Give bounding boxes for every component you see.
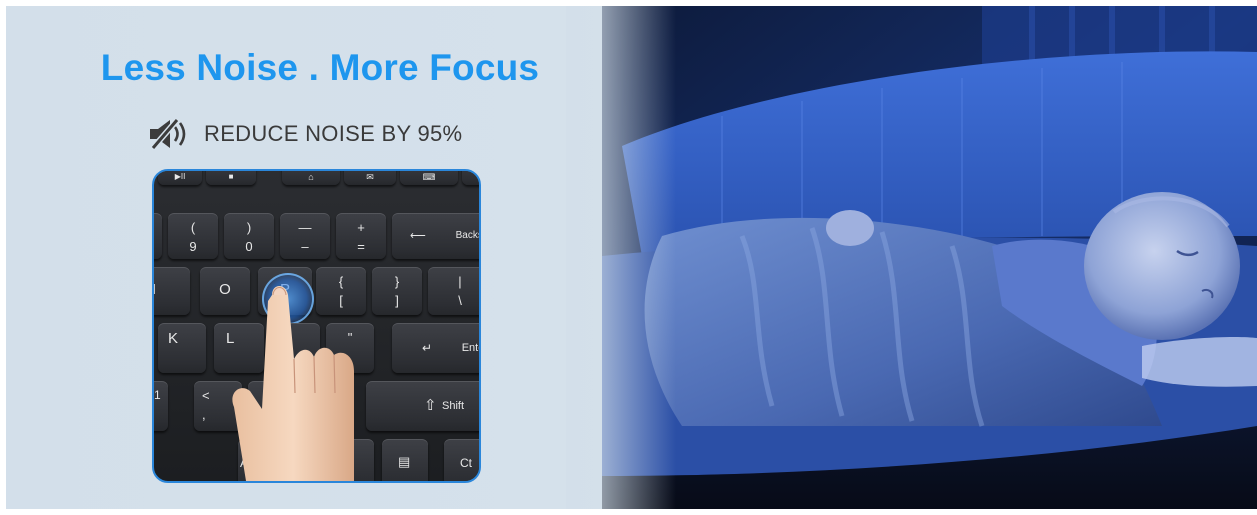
pressing-hand bbox=[232, 286, 354, 481]
noise-reduction-claim: REDUCE NOISE BY 95% bbox=[148, 114, 462, 154]
noise-reduction-banner: Less Noise . More Focus REDUCE NOISE BY … bbox=[6, 6, 1257, 509]
speaker-mute-icon bbox=[149, 117, 186, 151]
photo-edge-fade bbox=[566, 6, 676, 509]
keyboard-photo: ▶II ■ ⌂ ✉ ⌨ (9 )0 —– += Backspa⟵ I O P {… bbox=[152, 169, 481, 483]
headline: Less Noise . More Focus bbox=[100, 47, 540, 88]
sleeping-baby-photo bbox=[602, 6, 1257, 509]
noise-reduction-text: REDUCE NOISE BY 95% bbox=[204, 121, 463, 146]
